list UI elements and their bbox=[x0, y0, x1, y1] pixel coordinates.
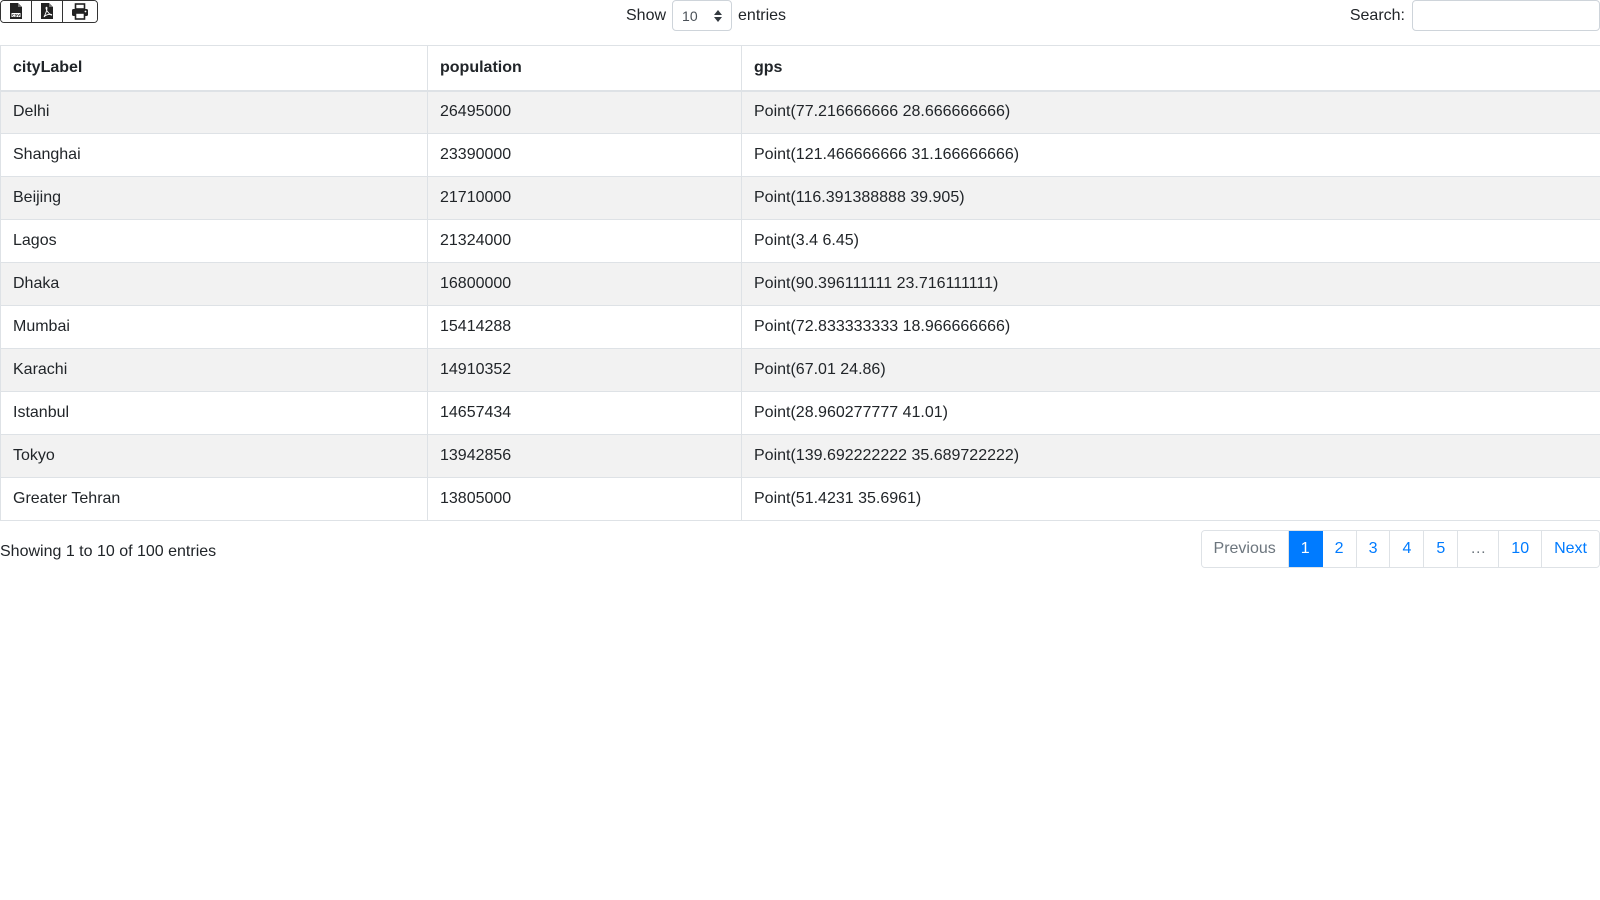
data-table: cityLabel population gps Delhi 26495000 … bbox=[0, 45, 1600, 521]
cell-gps: Point(3.4 6.45) bbox=[741, 219, 1600, 263]
cell-gps: Point(116.391388888 39.905) bbox=[741, 176, 1600, 220]
cell-city: Greater Tehran bbox=[0, 477, 428, 521]
table-row: Istanbul 14657434 Point(28.960277777 41.… bbox=[0, 391, 1600, 435]
cell-city: Lagos bbox=[0, 219, 428, 263]
cell-population: 16800000 bbox=[427, 262, 742, 306]
table-row: Tokyo 13942856 Point(139.692222222 35.68… bbox=[0, 434, 1600, 478]
export-button-group: CSV bbox=[0, 0, 98, 23]
show-label: Show bbox=[626, 6, 667, 24]
cell-gps: Point(72.833333333 18.966666666) bbox=[741, 305, 1600, 349]
column-header-citylabel[interactable]: cityLabel bbox=[0, 45, 428, 92]
cell-gps: Point(77.216666666 28.666666666) bbox=[741, 90, 1600, 134]
cell-gps: Point(51.4231 35.6961) bbox=[741, 477, 1600, 521]
cell-population: 21324000 bbox=[427, 219, 742, 263]
table-row: Delhi 26495000 Point(77.216666666 28.666… bbox=[0, 90, 1600, 134]
table-row: Greater Tehran 13805000 Point(51.4231 35… bbox=[0, 477, 1600, 521]
entries-label: entries bbox=[738, 6, 787, 24]
table-header-row: cityLabel population gps bbox=[0, 45, 1600, 92]
page-length-select[interactable]: 10 bbox=[672, 0, 733, 31]
select-caret-icon bbox=[714, 10, 723, 22]
table-row: Karachi 14910352 Point(67.01 24.86) bbox=[0, 348, 1600, 392]
cell-city: Dhaka bbox=[0, 262, 428, 306]
search-input[interactable] bbox=[1412, 0, 1600, 31]
search-control: Search: bbox=[1350, 0, 1600, 31]
pagination: Previous 1 2 3 4 5 … 10 Next bbox=[1200, 530, 1600, 568]
cell-city: Shanghai bbox=[0, 133, 428, 177]
cell-population: 14910352 bbox=[427, 348, 742, 392]
table-row: Mumbai 15414288 Point(72.833333333 18.96… bbox=[0, 305, 1600, 349]
cell-gps: Point(121.466666666 31.166666666) bbox=[741, 133, 1600, 177]
cell-population: 26495000 bbox=[427, 90, 742, 134]
cell-gps: Point(67.01 24.86) bbox=[741, 348, 1600, 392]
pagination-page-4[interactable]: 4 bbox=[1390, 531, 1425, 567]
cell-city: Beijing bbox=[0, 176, 428, 220]
cell-population: 23390000 bbox=[427, 133, 742, 177]
table-row: Shanghai 23390000 Point(121.466666666 31… bbox=[0, 133, 1600, 177]
pagination-page-5[interactable]: 5 bbox=[1424, 531, 1459, 567]
pdf-file-icon bbox=[41, 3, 53, 19]
cell-population: 13942856 bbox=[427, 434, 742, 478]
column-header-gps[interactable]: gps bbox=[741, 45, 1600, 92]
search-label: Search: bbox=[1349, 6, 1405, 24]
pagination-ellipsis: … bbox=[1458, 531, 1500, 567]
cell-city: Istanbul bbox=[0, 391, 428, 435]
column-header-population[interactable]: population bbox=[427, 45, 742, 92]
cell-city: Mumbai bbox=[0, 305, 428, 349]
page-length-control: Show 10 entries bbox=[626, 0, 786, 31]
pagination-page-10[interactable]: 10 bbox=[1499, 531, 1543, 567]
pagination-previous[interactable]: Previous bbox=[1201, 531, 1289, 567]
table-row: Beijing 21710000 Point(116.391388888 39.… bbox=[0, 176, 1600, 220]
print-button[interactable] bbox=[63, 1, 97, 22]
table-row: Lagos 21324000 Point(3.4 6.45) bbox=[0, 219, 1600, 263]
cell-population: 14657434 bbox=[427, 391, 742, 435]
pagination-page-2[interactable]: 2 bbox=[1322, 531, 1357, 567]
svg-text:CSV: CSV bbox=[12, 13, 20, 17]
cell-population: 13805000 bbox=[427, 477, 742, 521]
cell-gps: Point(139.692222222 35.689722222) bbox=[741, 434, 1600, 478]
cell-gps: Point(90.396111111 23.716111111) bbox=[741, 262, 1600, 306]
cell-population: 15414288 bbox=[427, 305, 742, 349]
cell-gps: Point(28.960277777 41.01) bbox=[741, 391, 1600, 435]
table-row: Dhaka 16800000 Point(90.396111111 23.716… bbox=[0, 262, 1600, 306]
pagination-page-3[interactable]: 3 bbox=[1356, 531, 1391, 567]
cell-city: Karachi bbox=[0, 348, 428, 392]
pdf-export-button[interactable] bbox=[32, 1, 63, 22]
pagination-next[interactable]: Next bbox=[1542, 531, 1599, 567]
cell-city: Tokyo bbox=[0, 434, 428, 478]
pagination-page-1[interactable]: 1 bbox=[1288, 531, 1323, 567]
csv-export-button[interactable]: CSV bbox=[1, 1, 32, 22]
page: CSV Show 10 entries Search: cityLabel po… bbox=[0, 0, 1600, 900]
csv-file-icon: CSV bbox=[10, 3, 22, 19]
cell-population: 21710000 bbox=[427, 176, 742, 220]
page-length-value: 10 bbox=[682, 7, 698, 24]
table-info: Showing 1 to 10 of 100 entries bbox=[0, 543, 217, 560]
printer-icon bbox=[72, 3, 88, 20]
cell-city: Delhi bbox=[0, 90, 428, 134]
